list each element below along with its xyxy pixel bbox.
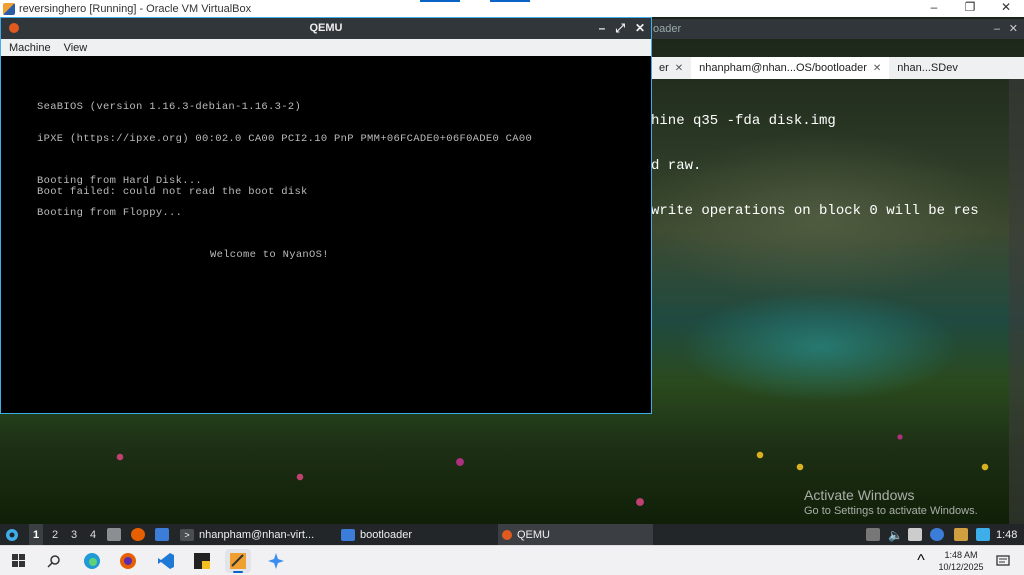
- qemu-menubar: Machine View: [1, 39, 651, 56]
- clock-date: 10/12/2025: [938, 562, 984, 572]
- qemu-icon: [502, 529, 512, 540]
- virtualbox-icon: [3, 2, 15, 15]
- qemu-vm-screen[interactable]: SeaBIOS (version 1.16.3-debian-1.16.3-2)…: [1, 56, 651, 413]
- windows-clock[interactable]: 1:48 AM 10/12/2025: [926, 549, 996, 573]
- title-accent: [490, 0, 530, 2]
- sparkle-app-icon[interactable]: [263, 549, 289, 573]
- qemu-close-button[interactable]: ✕: [635, 18, 645, 39]
- konsole-tabbar: er ✕ nhanpham@nhan...OS/bootloader ✕ nha…: [651, 57, 1024, 79]
- title-accent: [420, 0, 460, 2]
- terminal-line: d raw.: [651, 158, 702, 174]
- close-tab-icon[interactable]: ✕: [675, 63, 683, 74]
- guest-clock[interactable]: 1:48: [996, 524, 1017, 545]
- konsole-close-button[interactable]: ✕: [1009, 19, 1018, 39]
- network-icon[interactable]: [930, 524, 944, 545]
- terminal-icon: >: [180, 528, 194, 541]
- menu-view[interactable]: View: [64, 42, 88, 54]
- bios-line: Booting from Floppy...: [37, 207, 183, 219]
- guest-desktop: oader – ✕ er ✕ nhanpham@nhan...OS/bootlo…: [0, 17, 1024, 524]
- host-titlebar: reversinghero [Running] - Oracle VM Virt…: [0, 0, 1024, 17]
- konsole-tab-label: er: [659, 62, 669, 74]
- watermark-subtitle: Go to Settings to activate Windows.: [804, 505, 978, 517]
- vscode-icon[interactable]: [153, 549, 179, 573]
- windows-start-icon[interactable]: [6, 549, 32, 573]
- display-icon[interactable]: [908, 524, 922, 545]
- konsole-scrollbar[interactable]: [1009, 79, 1024, 524]
- bios-line: Boot failed: could not read the boot dis…: [37, 186, 308, 198]
- qemu-restore-button[interactable]: ⤢: [615, 18, 625, 39]
- kde-launcher-icon[interactable]: [4, 524, 20, 545]
- desktop-switch-4[interactable]: 4: [86, 524, 100, 545]
- konsole-tab[interactable]: nhanpham@nhan...OS/bootloader ✕: [691, 57, 890, 79]
- firefox-launcher-icon[interactable]: [131, 524, 145, 545]
- host-window-controls: – ❐ ✕: [916, 0, 1024, 17]
- konsole-tab-label: nhan...SDev: [897, 62, 958, 74]
- task-label: bootloader: [360, 528, 412, 541]
- konsole-terminal[interactable]: hine q35 -fda disk.img d raw. write oper…: [651, 79, 1009, 294]
- notifications-icon[interactable]: [990, 549, 1016, 573]
- virtualbox-task-icon[interactable]: [225, 549, 251, 573]
- dolphin-launcher-icon[interactable]: [155, 524, 169, 545]
- qemu-titlebar[interactable]: QEMU – ⤢ ✕: [1, 18, 651, 39]
- firefox-icon[interactable]: [115, 549, 141, 573]
- clock-time: 1:48 AM: [944, 550, 978, 560]
- volume-icon[interactable]: 🔈: [888, 524, 903, 545]
- host-close-button[interactable]: ✕: [988, 0, 1024, 17]
- task-qemu[interactable]: QEMU: [498, 524, 653, 545]
- activate-windows-watermark: Activate Windows Go to Settings to activ…: [804, 487, 978, 517]
- qemu-minimize-button[interactable]: –: [599, 18, 606, 39]
- updates-icon[interactable]: [976, 524, 990, 545]
- desktop-switch-3[interactable]: 3: [67, 524, 81, 545]
- terminal-line: write operations on block 0 will be res: [651, 203, 979, 219]
- qemu-title: QEMU: [309, 22, 343, 34]
- bios-line: SeaBIOS (version 1.16.3-debian-1.16.3-2): [37, 101, 302, 113]
- konsole-minimize-button[interactable]: –: [994, 19, 1000, 39]
- host-maximize-button[interactable]: ❐: [952, 0, 988, 17]
- task-label: QEMU: [517, 528, 550, 541]
- clipboard-icon[interactable]: [954, 524, 968, 545]
- task-label: nhanpham@nhan-virt...: [199, 528, 315, 541]
- folder-icon: [341, 528, 355, 541]
- task-terminal[interactable]: > nhanpham@nhan-virt...: [176, 524, 332, 545]
- konsole-title: oader: [653, 23, 682, 35]
- konsole-titlebar[interactable]: oader – ✕: [651, 19, 1024, 39]
- konsole-tab[interactable]: nhan...SDev: [889, 57, 966, 79]
- host-window-title: reversinghero [Running] - Oracle VM Virt…: [19, 2, 252, 15]
- menu-machine[interactable]: Machine: [9, 42, 51, 54]
- kde-taskbar: 1 2 3 4 > nhanpham@nhan-virt... bootload…: [0, 524, 1024, 545]
- search-icon[interactable]: [41, 549, 67, 573]
- bios-line: iPXE (https://ipxe.org) 00:02.0 CA00 PCI…: [37, 133, 533, 145]
- watermark-title: Activate Windows: [804, 487, 915, 503]
- qemu-window: QEMU – ⤢ ✕ Machine View SeaBIOS (version…: [0, 17, 652, 414]
- edge-icon[interactable]: [79, 549, 105, 573]
- host-minimize-button[interactable]: –: [916, 0, 952, 17]
- konsole-tab[interactable]: er ✕: [651, 57, 691, 79]
- files-launcher-icon[interactable]: [107, 524, 121, 545]
- desktop-switch-1[interactable]: 1: [29, 524, 43, 545]
- windows-taskbar: ^ 1:48 AM 10/12/2025: [0, 545, 1024, 575]
- upload-icon[interactable]: [866, 524, 880, 545]
- sticky-notes-icon[interactable]: [189, 549, 215, 573]
- welcome-message: Welcome to NyanOS!: [210, 249, 329, 261]
- task-bootloader[interactable]: bootloader: [337, 524, 493, 545]
- desktop-switch-2[interactable]: 2: [48, 524, 62, 545]
- terminal-line: hine q35 -fda disk.img: [651, 113, 836, 129]
- konsole-tab-label: nhanpham@nhan...OS/bootloader: [699, 62, 867, 74]
- close-tab-icon[interactable]: ✕: [873, 63, 881, 74]
